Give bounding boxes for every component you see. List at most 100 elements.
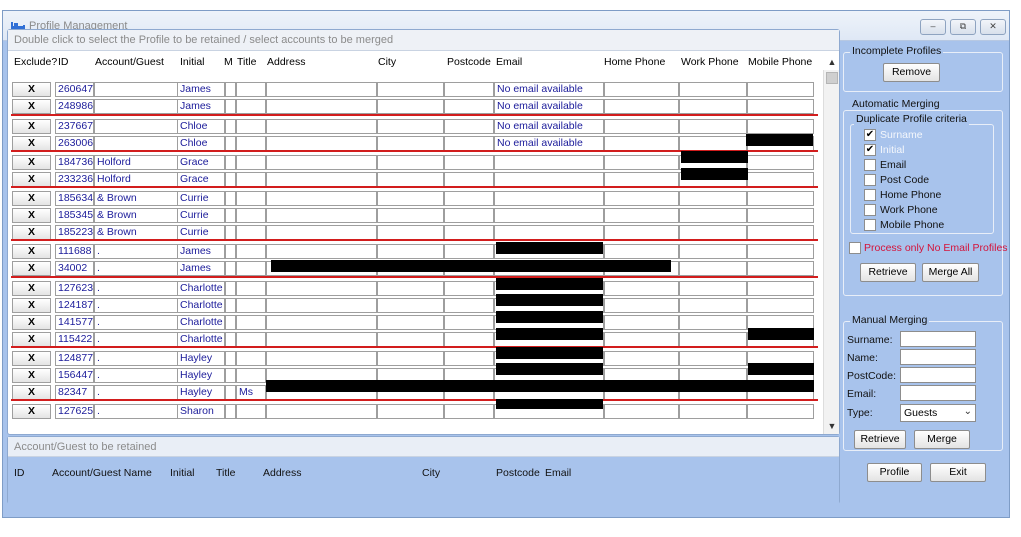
cell-home[interactable]	[604, 155, 679, 170]
cell-initial[interactable]: Chloe	[177, 136, 225, 151]
cell-id[interactable]: 127625	[55, 404, 94, 419]
cell-initial[interactable]: Chloe	[177, 119, 225, 134]
cell-city[interactable]	[377, 281, 444, 296]
scroll-down-arrow-icon[interactable]: ▼	[824, 418, 840, 434]
cell-m[interactable]	[225, 136, 236, 151]
no-email-only-checkbox[interactable]	[849, 242, 861, 254]
cell-mobile[interactable]	[747, 208, 814, 223]
cell-address[interactable]	[266, 244, 377, 259]
merge-all-button[interactable]: Merge All	[922, 263, 979, 282]
cell-city[interactable]	[377, 244, 444, 259]
cell-postcode[interactable]	[444, 315, 494, 330]
email-input[interactable]	[900, 385, 976, 401]
cell-home[interactable]	[604, 208, 679, 223]
cell-email[interactable]	[494, 191, 604, 206]
cell-email[interactable]	[494, 155, 604, 170]
cell-postcode[interactable]	[444, 298, 494, 313]
cell-address[interactable]	[266, 172, 377, 187]
cell-address[interactable]	[266, 332, 377, 347]
cell-title[interactable]	[236, 368, 266, 383]
exclude-button[interactable]: X	[12, 172, 51, 187]
cell-city[interactable]	[377, 172, 444, 187]
table-row[interactable]: X 141577. Charlotte	[8, 314, 823, 331]
cell-m[interactable]	[225, 244, 236, 259]
cell-account[interactable]	[94, 99, 180, 114]
cell-id[interactable]: 185223	[55, 225, 94, 240]
cell-title[interactable]	[236, 298, 266, 313]
cell-account[interactable]: .	[94, 385, 180, 400]
exit-button[interactable]: Exit	[930, 463, 986, 482]
table-row[interactable]: X 248986 James No email available	[8, 98, 823, 115]
cell-account[interactable]: Holford	[94, 172, 180, 187]
cell-home[interactable]	[604, 136, 679, 151]
remove-button[interactable]: Remove	[883, 63, 940, 82]
cell-title[interactable]	[236, 261, 266, 276]
cell-m[interactable]	[225, 298, 236, 313]
cell-account[interactable]: .	[94, 332, 180, 347]
cell-home[interactable]	[604, 244, 679, 259]
table-row[interactable]: X 185345 & Brown Currie	[8, 207, 823, 224]
minimize-button[interactable]: –	[920, 19, 946, 35]
cell-postcode[interactable]	[444, 136, 494, 151]
exclude-button[interactable]: X	[12, 136, 51, 151]
cell-initial[interactable]: James	[177, 82, 225, 97]
cell-city[interactable]	[377, 298, 444, 313]
cell-address[interactable]	[266, 225, 377, 240]
email-checkbox[interactable]	[864, 159, 876, 171]
cell-home[interactable]	[604, 404, 679, 419]
work-phone-checkbox[interactable]	[864, 204, 876, 216]
profile-button[interactable]: Profile	[867, 463, 922, 482]
name-input[interactable]	[900, 349, 976, 365]
cell-email[interactable]: No email available	[494, 136, 604, 151]
cell-m[interactable]	[225, 172, 236, 187]
cell-id[interactable]: 82347	[55, 385, 94, 400]
exclude-button[interactable]: X	[12, 244, 51, 259]
cell-m[interactable]	[225, 385, 236, 400]
exclude-button[interactable]: X	[12, 99, 51, 114]
cell-work[interactable]	[679, 225, 747, 240]
cell-home[interactable]	[604, 82, 679, 97]
cell-city[interactable]	[377, 225, 444, 240]
table-row[interactable]: X 127625. Sharon	[8, 403, 823, 420]
home-phone-checkbox[interactable]	[864, 189, 876, 201]
cell-home[interactable]	[604, 225, 679, 240]
cell-city[interactable]	[377, 351, 444, 366]
cell-initial[interactable]: Currie	[177, 208, 225, 223]
cell-m[interactable]	[225, 191, 236, 206]
cell-work[interactable]	[679, 136, 747, 151]
grid-vertical-scrollbar[interactable]: ▲ ▼	[823, 57, 840, 434]
cell-email[interactable]	[494, 208, 604, 223]
cell-postcode[interactable]	[444, 332, 494, 347]
cell-address[interactable]	[266, 191, 377, 206]
cell-city[interactable]	[377, 404, 444, 419]
cell-id[interactable]: 115422	[55, 332, 94, 347]
cell-work[interactable]	[679, 99, 747, 114]
cell-work[interactable]	[679, 281, 747, 296]
cell-initial[interactable]: Charlotte	[177, 332, 225, 347]
cell-m[interactable]	[225, 155, 236, 170]
cell-id[interactable]: 260647	[55, 82, 94, 97]
cell-title[interactable]	[236, 351, 266, 366]
cell-account[interactable]: .	[94, 281, 180, 296]
cell-city[interactable]	[377, 136, 444, 151]
cell-address[interactable]	[266, 155, 377, 170]
cell-home[interactable]	[604, 351, 679, 366]
cell-id[interactable]: 124877	[55, 351, 94, 366]
surname-input[interactable]	[900, 331, 976, 347]
cell-initial[interactable]: Currie	[177, 191, 225, 206]
cell-work[interactable]	[679, 404, 747, 419]
cell-initial[interactable]: Charlotte	[177, 315, 225, 330]
cell-account[interactable]: & Brown	[94, 208, 180, 223]
cell-title[interactable]	[236, 315, 266, 330]
cell-account[interactable]: .	[94, 315, 180, 330]
cell-postcode[interactable]	[444, 244, 494, 259]
cell-postcode[interactable]	[444, 82, 494, 97]
cell-title[interactable]	[236, 172, 266, 187]
cell-title[interactable]	[236, 404, 266, 419]
cell-title[interactable]	[236, 281, 266, 296]
cell-initial[interactable]: Grace	[177, 155, 225, 170]
cell-postcode[interactable]	[444, 99, 494, 114]
table-row[interactable]: X 124187. Charlotte	[8, 297, 823, 314]
cell-work[interactable]	[679, 315, 747, 330]
close-button[interactable]: ✕	[980, 19, 1006, 35]
